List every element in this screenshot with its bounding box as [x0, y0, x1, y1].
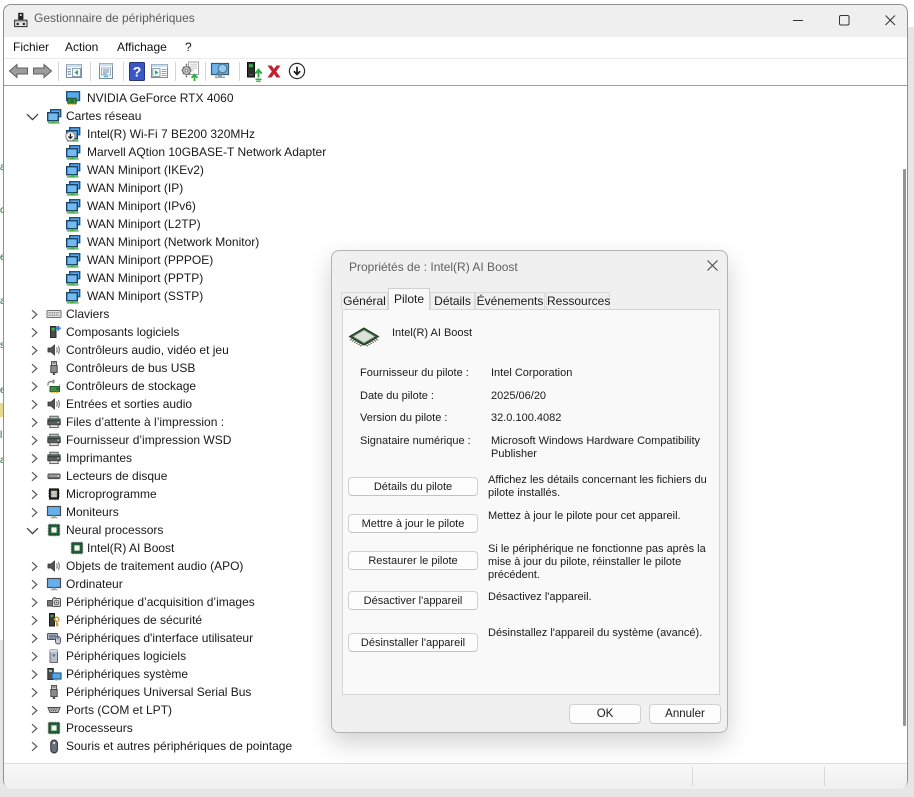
svg-text:?: ? [133, 64, 142, 80]
